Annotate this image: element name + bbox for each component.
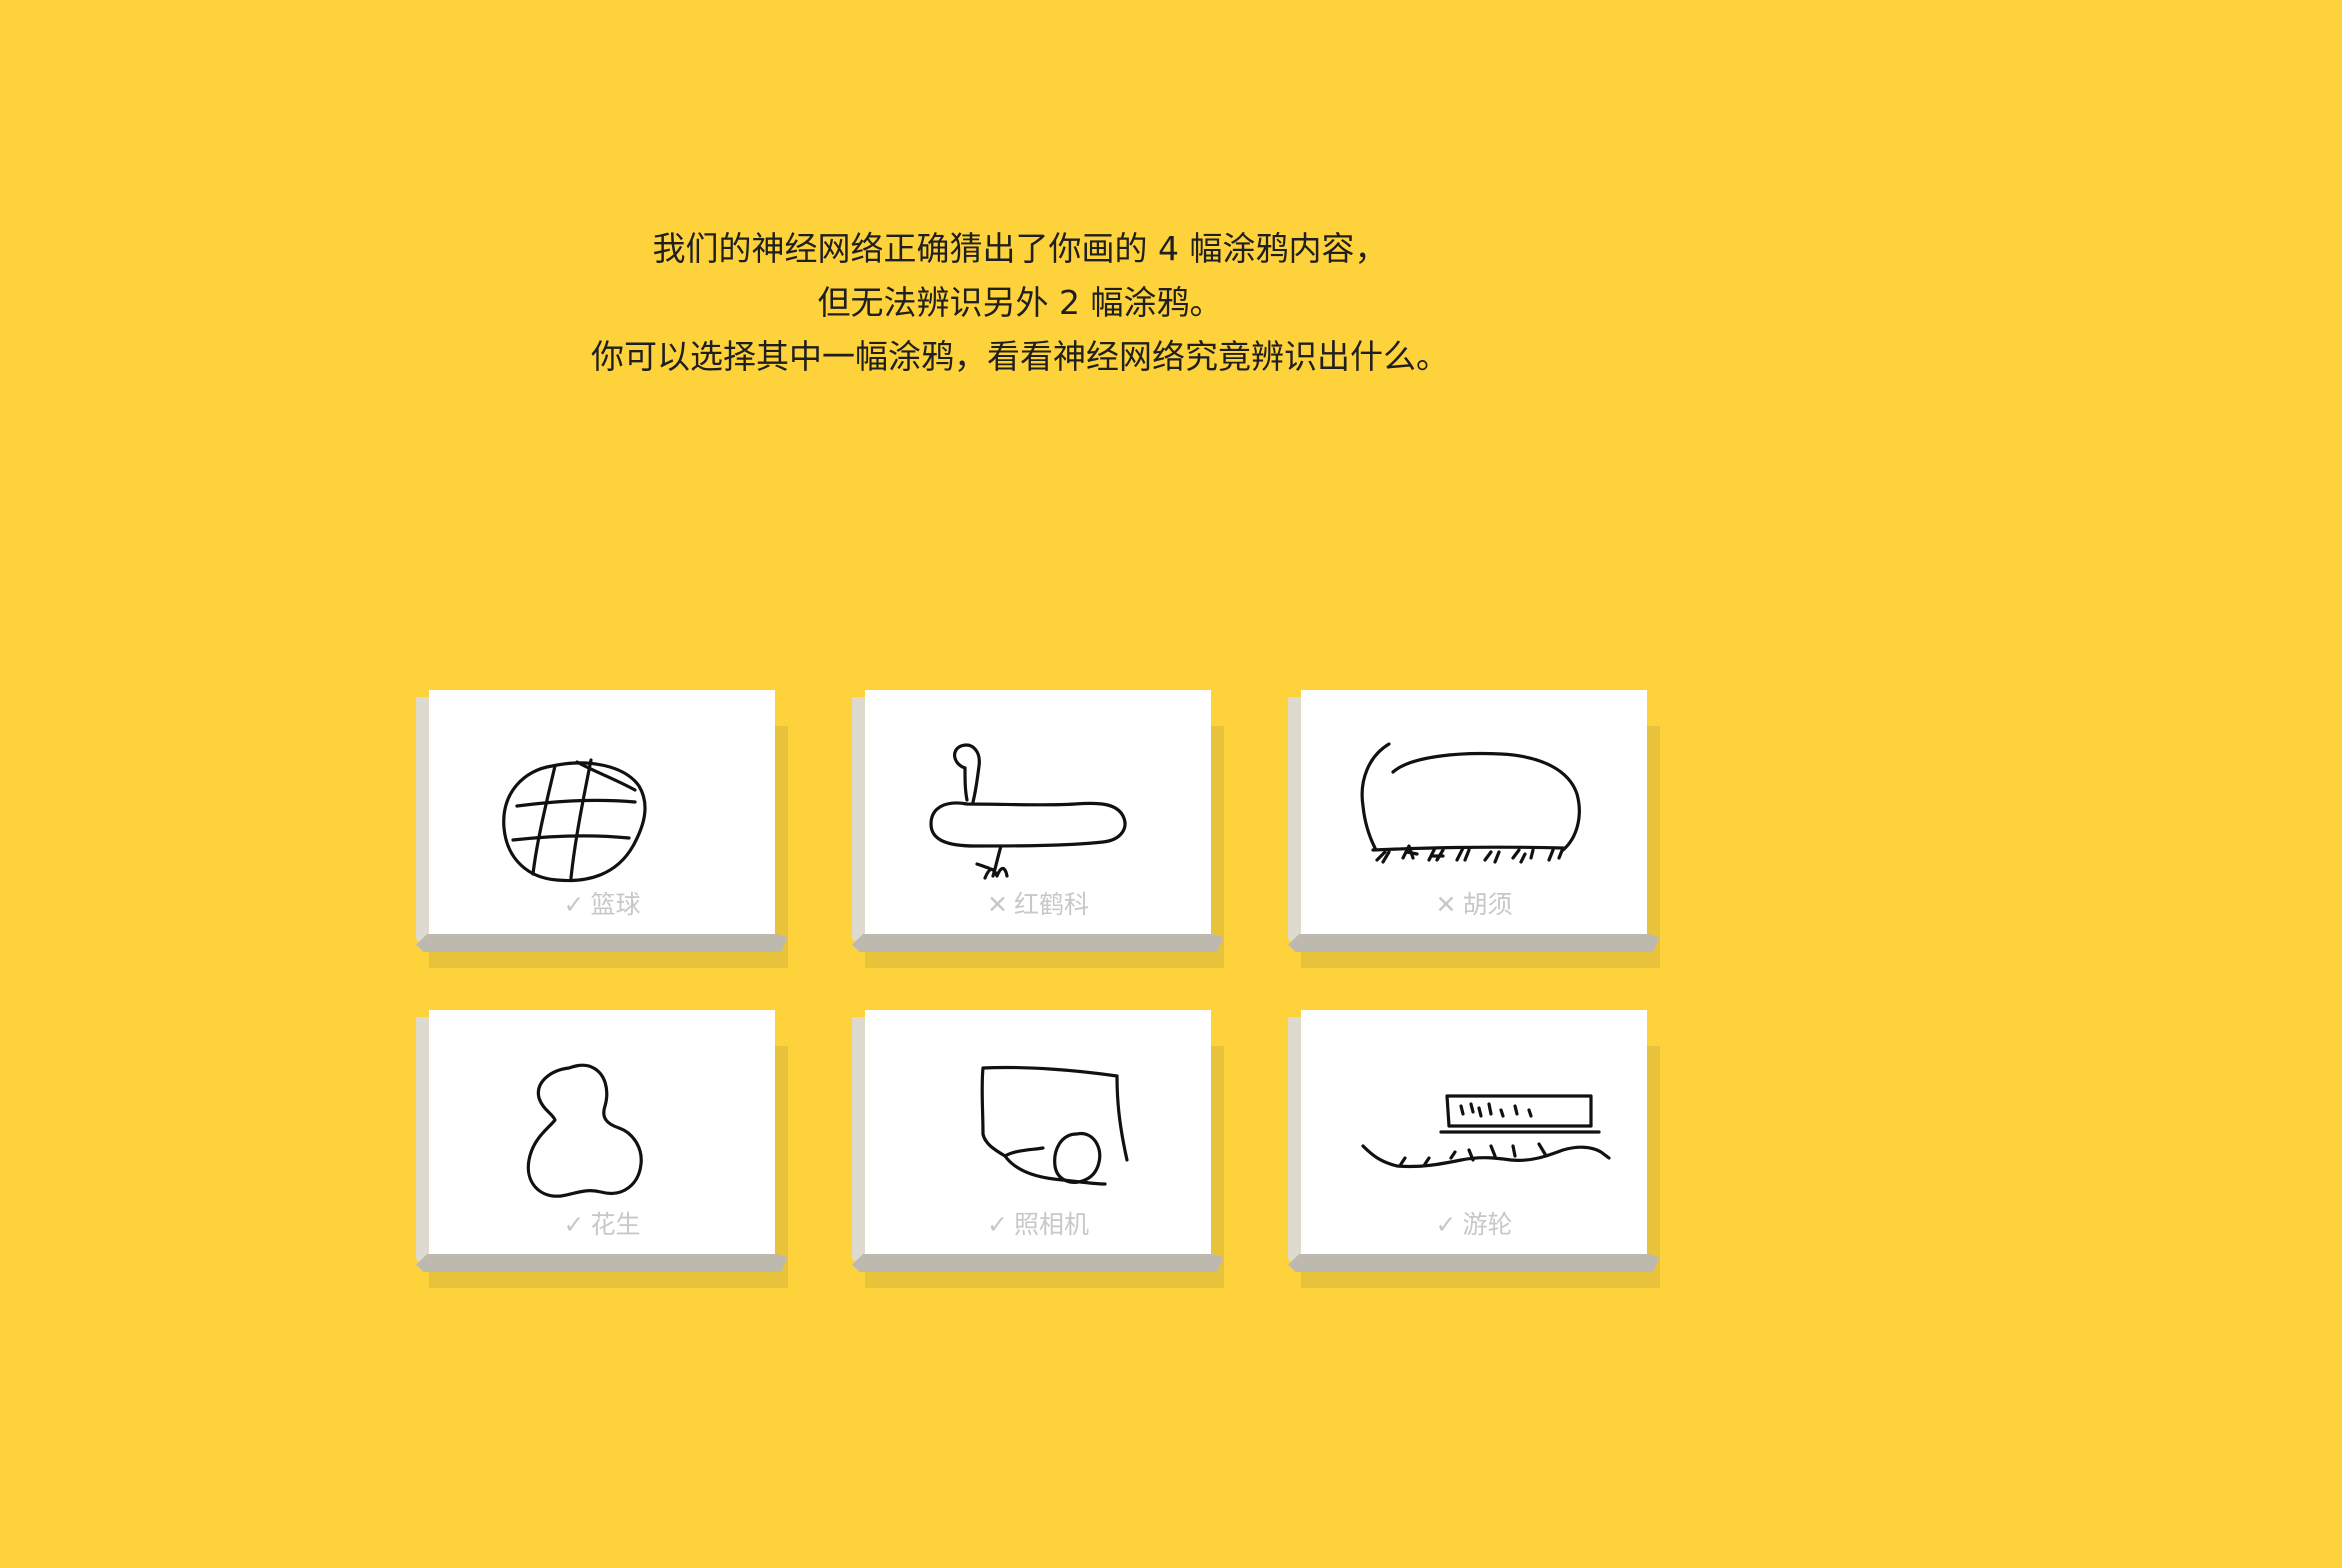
- doodle-card-cruise-ship[interactable]: ✓ 游轮: [1288, 1010, 1660, 1288]
- doodle-card-face[interactable]: ✓ 花生: [429, 1010, 775, 1254]
- result-message-line-2: 但无法辨识另外 2 幅涂鸦。: [817, 283, 1223, 322]
- doodle-card-basketball[interactable]: ✓ 篮球: [416, 690, 788, 968]
- result-message-line-3: 你可以选择其中一幅涂鸦，看看神经网络究竟辨识出什么。: [591, 337, 1449, 376]
- doodle-card-face[interactable]: ✓ 照相机: [865, 1010, 1211, 1254]
- check-icon: ✓: [563, 1210, 585, 1239]
- result-message: 我们的神经网络正确猜出了你画的 4 幅涂鸦内容， 但无法辨识另外 2 幅涂鸦。 …: [0, 222, 2040, 384]
- doodle-card-caption: ✕ 胡须: [1301, 890, 1647, 920]
- doodle-card-face[interactable]: ✕ 胡须: [1301, 690, 1647, 934]
- doodle-card-caption: ✕ 红鹤科: [865, 890, 1211, 920]
- check-icon: ✓: [1435, 1210, 1457, 1239]
- doodle-card-caption: ✓ 花生: [429, 1210, 775, 1240]
- doodle-card-label: 游轮: [1462, 1210, 1513, 1239]
- doodle-card-face[interactable]: ✓ 篮球: [429, 690, 775, 934]
- check-icon: ✓: [563, 890, 585, 919]
- doodle-card-caption: ✓ 游轮: [1301, 1210, 1647, 1240]
- doodle-card-camera[interactable]: ✓ 照相机: [852, 1010, 1224, 1288]
- doodle-card-peanut[interactable]: ✓ 花生: [416, 1010, 788, 1288]
- doodle-card-flamingo[interactable]: ✕ 红鹤科: [852, 690, 1224, 968]
- doodle-card-face[interactable]: ✕ 红鹤科: [865, 690, 1211, 934]
- cross-icon: ✕: [987, 890, 1008, 919]
- result-message-line-1: 我们的神经网络正确猜出了你画的 4 幅涂鸦内容，: [652, 229, 1388, 268]
- doodle-card-caption: ✓ 照相机: [865, 1210, 1211, 1240]
- doodle-card-face[interactable]: ✓ 游轮: [1301, 1010, 1647, 1254]
- doodle-card-label: 篮球: [590, 890, 641, 919]
- doodle-card-label: 红鹤科: [1013, 890, 1089, 919]
- doodle-card-label: 花生: [590, 1210, 641, 1239]
- doodle-card-label: 照相机: [1013, 1210, 1089, 1239]
- doodle-card-caption: ✓ 篮球: [429, 890, 775, 920]
- cross-icon: ✕: [1435, 890, 1457, 919]
- check-icon: ✓: [987, 1210, 1008, 1239]
- doodle-card-label: 胡须: [1462, 890, 1513, 919]
- doodle-card-mustache[interactable]: ✕ 胡须: [1288, 690, 1660, 968]
